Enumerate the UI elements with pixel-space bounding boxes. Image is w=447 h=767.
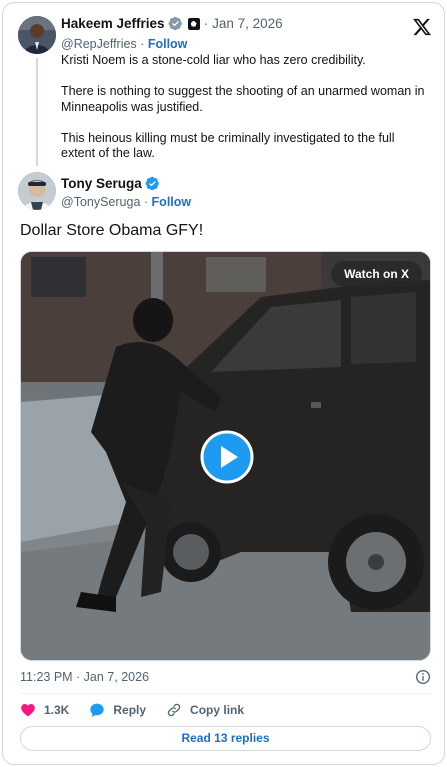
- copy-link-label: Copy link: [190, 703, 245, 717]
- tweet-text: Dollar Store Obama GFY!: [20, 222, 204, 239]
- verified-badge-icon: [145, 176, 159, 191]
- like-button[interactable]: 1.3K: [20, 702, 69, 718]
- quoted-tweet-text: Kristi Noem is a stone-cold liar who has…: [61, 53, 431, 177]
- quoted-date[interactable]: Jan 7, 2026: [212, 16, 283, 31]
- quoted-paragraph: There is nothing to suggest the shooting…: [61, 84, 425, 114]
- like-count: 1.3K: [44, 703, 70, 717]
- x-logo-icon[interactable]: [412, 17, 432, 37]
- action-bar: 1.3K Reply Copy link: [20, 700, 264, 720]
- quoted-handle[interactable]: @RepJeffries: [61, 37, 137, 51]
- verified-badge-icon: [168, 16, 182, 31]
- follow-button-quoted[interactable]: Follow: [148, 37, 188, 51]
- quoted-handle-row: @RepJeffries · Follow: [61, 37, 187, 51]
- handle-row: @TonySeruga · Follow: [61, 195, 191, 209]
- avatar-hakeem-jeffries[interactable]: [18, 16, 56, 54]
- reply-label: Reply: [113, 703, 147, 717]
- author-name[interactable]: Tony Seruga: [61, 176, 142, 191]
- avatar-tony-seruga[interactable]: [18, 172, 56, 210]
- quoted-author-name[interactable]: Hakeem Jeffries: [61, 16, 165, 31]
- reply-button[interactable]: Reply: [89, 702, 146, 718]
- heart-icon: [21, 704, 35, 717]
- tweet-timestamp[interactable]: 11:23 PM · Jan 7, 2026: [20, 670, 149, 684]
- follow-button[interactable]: Follow: [152, 195, 192, 209]
- quoted-author-row: Hakeem Jeffries · Jan 7, 2026: [61, 16, 283, 31]
- thread-connector-line: [36, 58, 38, 166]
- read-replies-button[interactable]: Read 13 replies: [20, 726, 431, 751]
- info-icon[interactable]: [415, 669, 431, 685]
- copy-link-button[interactable]: Copy link: [166, 702, 244, 718]
- embedded-tweet-card: Hakeem Jeffries · Jan 7, 2026 @RepJeffri…: [2, 2, 445, 765]
- watch-on-x-button[interactable]: Watch on X: [331, 261, 422, 287]
- video-player[interactable]: Watch on X: [20, 251, 431, 661]
- quoted-paragraph: This heinous killing must be criminally …: [61, 130, 395, 161]
- quoted-paragraph: Kristi Noem is a stone-cold liar who has…: [61, 53, 366, 67]
- play-icon[interactable]: [200, 430, 254, 484]
- divider: [20, 693, 431, 694]
- government-badge-icon: [187, 17, 200, 30]
- quoted-handle-separator: ·: [140, 37, 145, 51]
- author-handle[interactable]: @TonySeruga: [61, 195, 140, 209]
- handle-separator: ·: [143, 195, 149, 209]
- author-row: Tony Seruga: [61, 176, 160, 191]
- link-icon: [167, 703, 181, 717]
- reply-bubble-icon: [90, 703, 105, 717]
- quoted-separator: ·: [203, 16, 209, 31]
